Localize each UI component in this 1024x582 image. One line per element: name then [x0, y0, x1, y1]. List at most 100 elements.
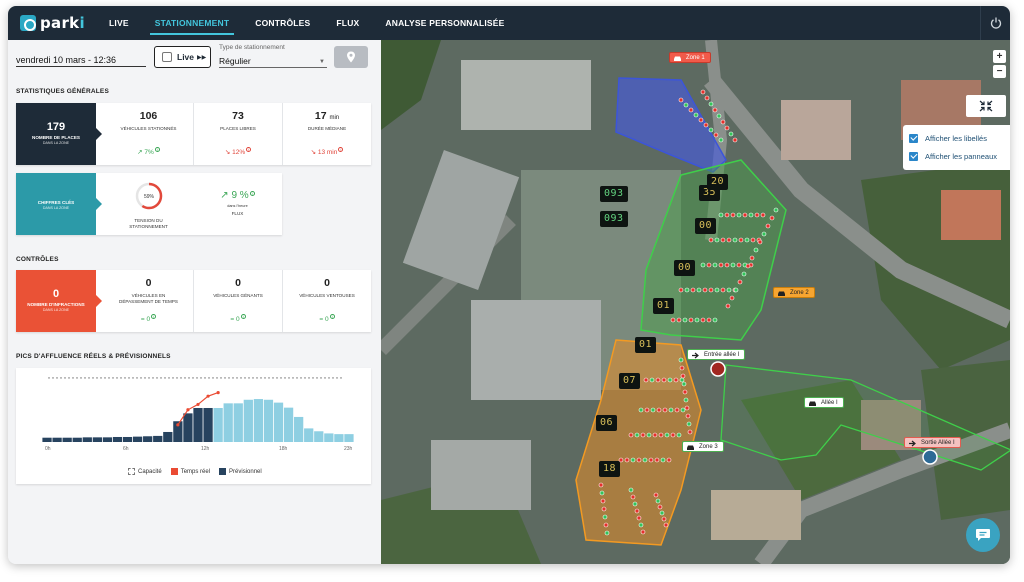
parking-spot-marker[interactable]	[604, 530, 610, 536]
parking-spot-marker[interactable]	[636, 515, 642, 521]
parking-spot-marker[interactable]	[628, 487, 634, 493]
chart-bar[interactable]	[334, 434, 344, 442]
parking-spot-marker[interactable]	[761, 231, 767, 237]
parking-spot-marker[interactable]	[720, 287, 726, 293]
live-button[interactable]: Live ▶▶	[154, 46, 211, 68]
parking-spot-marker[interactable]	[658, 432, 664, 438]
parking-spot-marker[interactable]	[676, 432, 682, 438]
chart-bar[interactable]	[143, 436, 153, 442]
chart-bar[interactable]	[203, 407, 213, 442]
chart-bar[interactable]	[102, 437, 113, 442]
parking-spot-marker[interactable]	[646, 432, 652, 438]
parking-spot-marker[interactable]	[732, 137, 738, 143]
parking-spot-marker[interactable]	[685, 413, 691, 419]
info-icon[interactable]: i	[240, 314, 246, 319]
parking-spot-marker[interactable]	[655, 498, 661, 504]
parking-spot-marker[interactable]	[657, 504, 663, 510]
parking-spot-marker[interactable]	[714, 237, 720, 243]
parking-spot-marker[interactable]	[713, 132, 719, 138]
parking-spot-marker[interactable]	[700, 317, 706, 323]
parking-spot-marker[interactable]	[704, 95, 710, 101]
parking-spot-marker[interactable]	[679, 377, 685, 383]
chat-button[interactable]	[966, 518, 1000, 552]
parking-spot-marker[interactable]	[660, 457, 666, 463]
legend-capacity[interactable]: Capacité	[128, 468, 162, 475]
parking-spot-marker[interactable]	[729, 295, 735, 301]
parking-spot-marker[interactable]	[730, 212, 736, 218]
parking-spot-marker[interactable]	[745, 263, 751, 269]
parking-spot-marker[interactable]	[640, 432, 646, 438]
parking-spot-marker[interactable]	[714, 287, 720, 293]
zone-1-tag[interactable]: Zone 1	[669, 52, 711, 63]
parking-spot-marker[interactable]	[724, 125, 730, 131]
parking-spot-marker[interactable]	[744, 237, 750, 243]
chart-bar[interactable]	[122, 436, 133, 442]
chart-bar[interactable]	[304, 428, 314, 442]
parking-spot-marker[interactable]	[726, 287, 732, 293]
fullscreen-button[interactable]	[966, 95, 1006, 117]
info-icon[interactable]: i	[151, 314, 157, 319]
parking-spot-marker[interactable]	[640, 529, 646, 535]
parking-spot-marker[interactable]	[638, 407, 644, 413]
parking-spot-marker[interactable]	[682, 317, 688, 323]
zoom-in-button[interactable]: +	[993, 50, 1006, 63]
parking-spot-marker[interactable]	[630, 457, 636, 463]
chart-bar[interactable]	[294, 416, 304, 442]
parking-spot-marker[interactable]	[600, 498, 606, 504]
show-labels-checkbox[interactable]	[909, 133, 918, 143]
parking-spot-marker[interactable]	[690, 287, 696, 293]
parking-spot-marker[interactable]	[738, 237, 744, 243]
parking-spot-marker[interactable]	[754, 212, 760, 218]
parking-spot-marker[interactable]	[724, 212, 730, 218]
show-labels-option[interactable]: Afficher les libellés	[909, 129, 1004, 147]
parking-spot-marker[interactable]	[598, 482, 604, 488]
entry-alley-tag[interactable]: Entrée allée I	[687, 349, 746, 360]
parking-spot-marker[interactable]	[706, 317, 712, 323]
parking-spot-marker[interactable]	[703, 122, 709, 128]
chart-bar[interactable]	[82, 437, 92, 442]
chart-bar[interactable]	[153, 435, 163, 442]
parking-spot-marker[interactable]	[638, 522, 644, 528]
parking-spot-marker[interactable]	[661, 516, 667, 522]
parking-spot-marker[interactable]	[683, 397, 689, 403]
parking-spot-marker[interactable]	[603, 522, 609, 528]
logo[interactable]: parki	[20, 14, 85, 32]
parking-spot-marker[interactable]	[662, 407, 668, 413]
parking-spot-marker[interactable]	[742, 212, 748, 218]
info-icon[interactable]: i	[338, 147, 344, 152]
parking-spot-marker[interactable]	[650, 407, 656, 413]
parking-spot-marker[interactable]	[654, 457, 660, 463]
alley-tag[interactable]: Allée I	[804, 397, 844, 408]
chart-bar[interactable]	[314, 431, 324, 442]
parking-spot-marker[interactable]	[688, 317, 694, 323]
parking-type-select[interactable]: Type de stationnement Régulier ▼	[219, 44, 327, 68]
live-checkbox[interactable]	[162, 52, 172, 62]
parking-spot-marker[interactable]	[720, 237, 726, 243]
legend-forecast[interactable]: Prévisionnel	[219, 468, 262, 475]
chart-bar[interactable]	[193, 407, 203, 442]
chart-bar[interactable]	[72, 437, 82, 442]
parking-spot-marker[interactable]	[737, 279, 743, 285]
power-button[interactable]	[980, 6, 1010, 40]
show-signs-checkbox[interactable]	[909, 151, 918, 161]
chart-bar[interactable]	[163, 431, 173, 442]
parking-spot-marker[interactable]	[676, 317, 682, 323]
parking-spot-marker[interactable]	[696, 287, 702, 293]
parking-spot-marker[interactable]	[708, 101, 714, 107]
parking-spot-marker[interactable]	[694, 317, 700, 323]
chart-bar[interactable]	[42, 437, 52, 442]
parking-spot-marker[interactable]	[769, 215, 775, 221]
parking-spot-marker[interactable]	[684, 287, 690, 293]
parking-spot-marker[interactable]	[749, 255, 755, 261]
parking-spot-marker[interactable]	[733, 287, 739, 293]
chart-bar[interactable]	[223, 403, 233, 442]
chart-bar[interactable]	[52, 437, 62, 442]
date-picker[interactable]: vendredi 10 mars - 12:36	[16, 50, 146, 67]
parking-spot-marker[interactable]	[736, 262, 742, 268]
parking-spot-marker[interactable]	[649, 377, 655, 383]
parking-spot-marker[interactable]	[726, 237, 732, 243]
zoom-out-button[interactable]: −	[993, 65, 1006, 78]
parking-spot-marker[interactable]	[708, 287, 714, 293]
parking-spot-marker[interactable]	[730, 262, 736, 268]
nav-stationnement[interactable]: STATIONNEMENT	[142, 6, 243, 40]
